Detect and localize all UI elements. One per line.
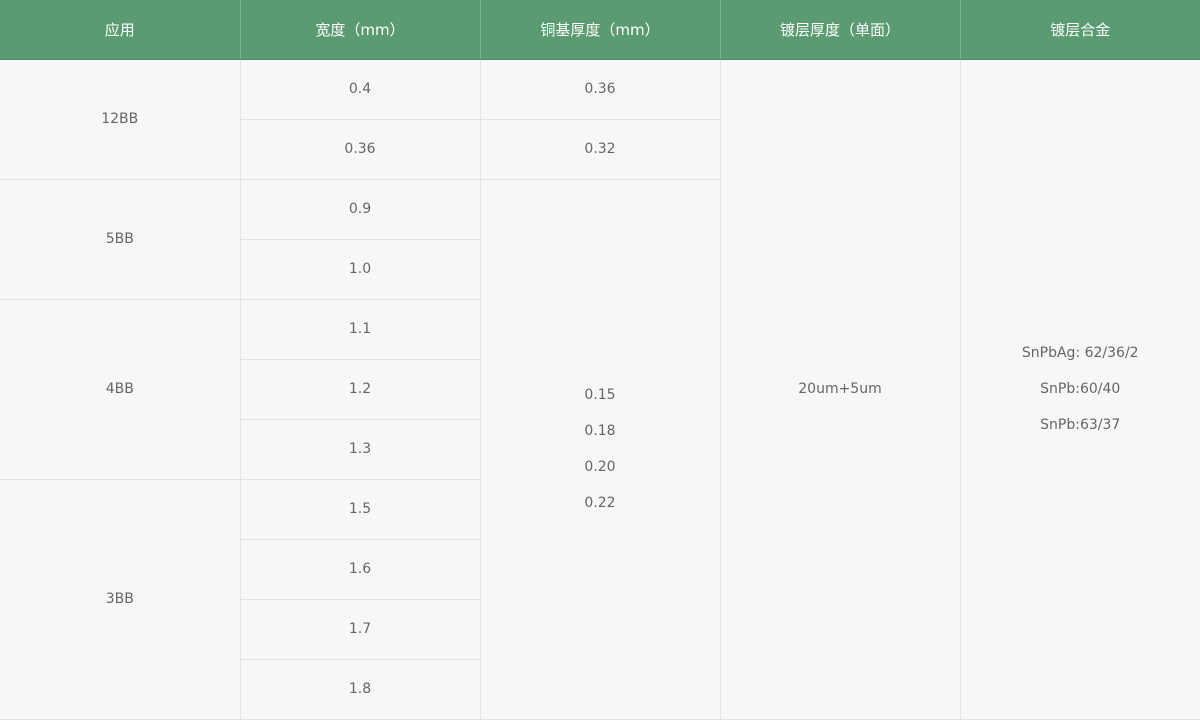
copper-thickness-item: 0.15	[584, 387, 616, 403]
header-coating-thickness: 镀层厚度（单面）	[720, 0, 961, 60]
width-cell: 1.3	[240, 419, 481, 480]
alloy-item: SnPb:60/40	[1040, 381, 1121, 397]
table-row: 12BB 0.4 0.36 20um+5um SnPbAg: 62/36/2 S…	[0, 59, 1200, 720]
width-cell: 1.8	[240, 659, 481, 720]
copper-thickness-cell: 0.15 0.18 0.20 0.22	[480, 179, 721, 720]
alloy-item: SnPbAg: 62/36/2	[1021, 345, 1139, 361]
coating-alloy-cell: SnPbAg: 62/36/2 SnPb:60/40 SnPb:63/37	[960, 59, 1200, 720]
header-coating-alloy: 镀层合金	[960, 0, 1200, 60]
width-cell: 1.0	[240, 239, 481, 300]
application-cell: 4BB	[0, 299, 241, 480]
header-row: 应用 宽度（mm） 铜基厚度（mm） 镀层厚度（单面） 镀层合金	[0, 0, 1200, 60]
width-cell: 1.5	[240, 479, 481, 540]
alloy-item: SnPb:63/37	[1040, 417, 1121, 433]
width-cell: 1.2	[240, 359, 481, 420]
width-cell: 0.4	[240, 59, 481, 120]
header-width: 宽度（mm）	[240, 0, 481, 60]
application-cell: 3BB	[0, 479, 241, 720]
header-copper-thickness: 铜基厚度（mm）	[480, 0, 721, 60]
width-cell: 0.36	[240, 119, 481, 180]
copper-thickness-item: 0.18	[584, 423, 616, 439]
spec-table: 应用 宽度（mm） 铜基厚度（mm） 镀层厚度（单面） 镀层合金 12BB 0.…	[0, 0, 1200, 720]
width-cell: 0.9	[240, 179, 481, 240]
width-cell: 1.1	[240, 299, 481, 360]
application-cell: 12BB	[0, 59, 241, 180]
application-cell: 5BB	[0, 179, 241, 300]
copper-thickness-item: 0.20	[584, 459, 616, 475]
width-cell: 1.7	[240, 599, 481, 660]
copper-thickness-cell: 0.32	[480, 119, 721, 180]
width-cell: 1.6	[240, 539, 481, 600]
coating-thickness-cell: 20um+5um	[720, 59, 961, 720]
copper-thickness-cell: 0.36	[480, 59, 721, 120]
copper-thickness-item: 0.22	[584, 495, 616, 511]
header-application: 应用	[0, 0, 241, 60]
